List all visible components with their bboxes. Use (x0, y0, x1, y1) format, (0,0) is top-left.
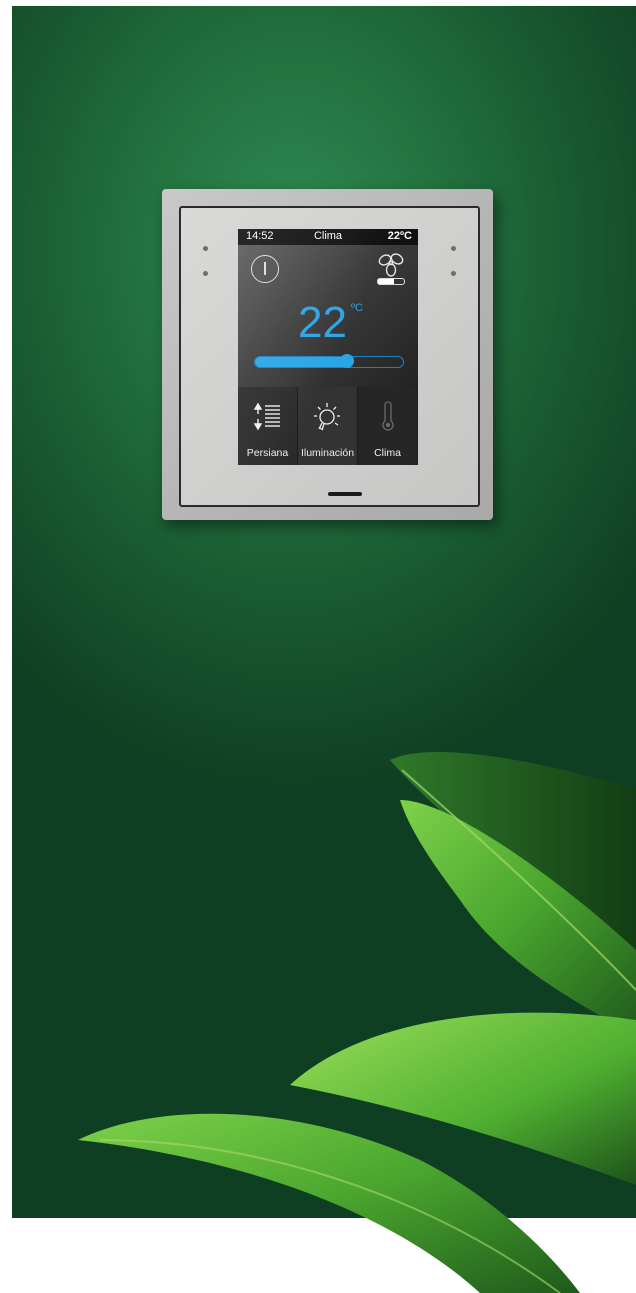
leaf (78, 1113, 580, 1293)
banana-leaves (78, 751, 636, 1293)
